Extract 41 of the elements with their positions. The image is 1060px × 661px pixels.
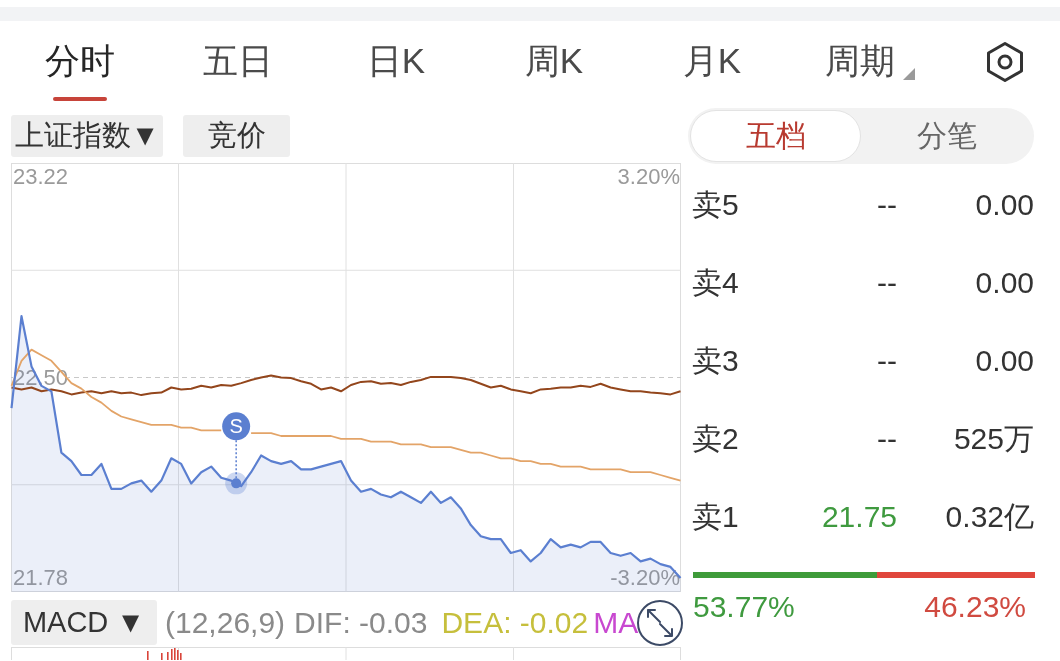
order-price: --: [876, 266, 897, 300]
axis-label: -3.20%: [610, 567, 680, 590]
order-level-label: 卖5: [692, 186, 740, 223]
axis-label: 3.20%: [617, 165, 680, 188]
indicator-select-button[interactable]: MACD ▼: [11, 600, 157, 645]
indicator-params: (12,26,9): [165, 605, 286, 640]
dropdown-triangle-icon: [903, 68, 915, 80]
tab[interactable]: 周K: [475, 21, 633, 107]
order-volume: 525万: [952, 420, 1034, 457]
annotation: S: [229, 415, 243, 438]
ratio-percent: 46.23%: [924, 590, 1026, 624]
tab[interactable]: 五日: [159, 21, 317, 107]
settings-icon[interactable]: [985, 41, 1025, 83]
dea-value: DEA: -0.02: [441, 605, 589, 640]
arrows-toggle-button[interactable]: [637, 600, 683, 646]
order-price: --: [876, 422, 897, 456]
dif-value: DIF: -0.03: [294, 605, 428, 640]
tab[interactable]: 日K: [317, 21, 475, 107]
auction-button[interactable]: 竞价: [183, 115, 290, 157]
order-volume: 0.32亿: [944, 498, 1034, 535]
order-price: --: [876, 188, 897, 222]
order-level-label: 卖4: [692, 264, 740, 301]
tab[interactable]: 周期: [791, 21, 949, 107]
order-volume: 0.00: [974, 266, 1034, 300]
order-level-label: 卖3: [692, 342, 740, 379]
macd-value: MA: [593, 605, 639, 640]
order-tab[interactable]: 五档: [690, 110, 861, 162]
tab[interactable]: 分时: [1, 21, 159, 107]
diagonal-arrows-icon: [646, 609, 674, 637]
tab[interactable]: 月K: [633, 21, 791, 107]
index-select-button[interactable]: 上证指数▼: [11, 115, 163, 157]
order-price: --: [876, 344, 897, 378]
ratio-percent: 53.77%: [693, 590, 795, 624]
axis-label: 21.78: [13, 567, 69, 590]
order-tab[interactable]: 分笔: [861, 110, 1032, 162]
order-level-label: 卖2: [692, 420, 740, 457]
order-level-label: 卖1: [692, 498, 740, 535]
axis-label: 23.22: [13, 165, 69, 188]
order-volume: 0.00: [974, 344, 1034, 378]
order-volume: 0.00: [974, 188, 1034, 222]
order-price: 21.75: [820, 500, 897, 534]
